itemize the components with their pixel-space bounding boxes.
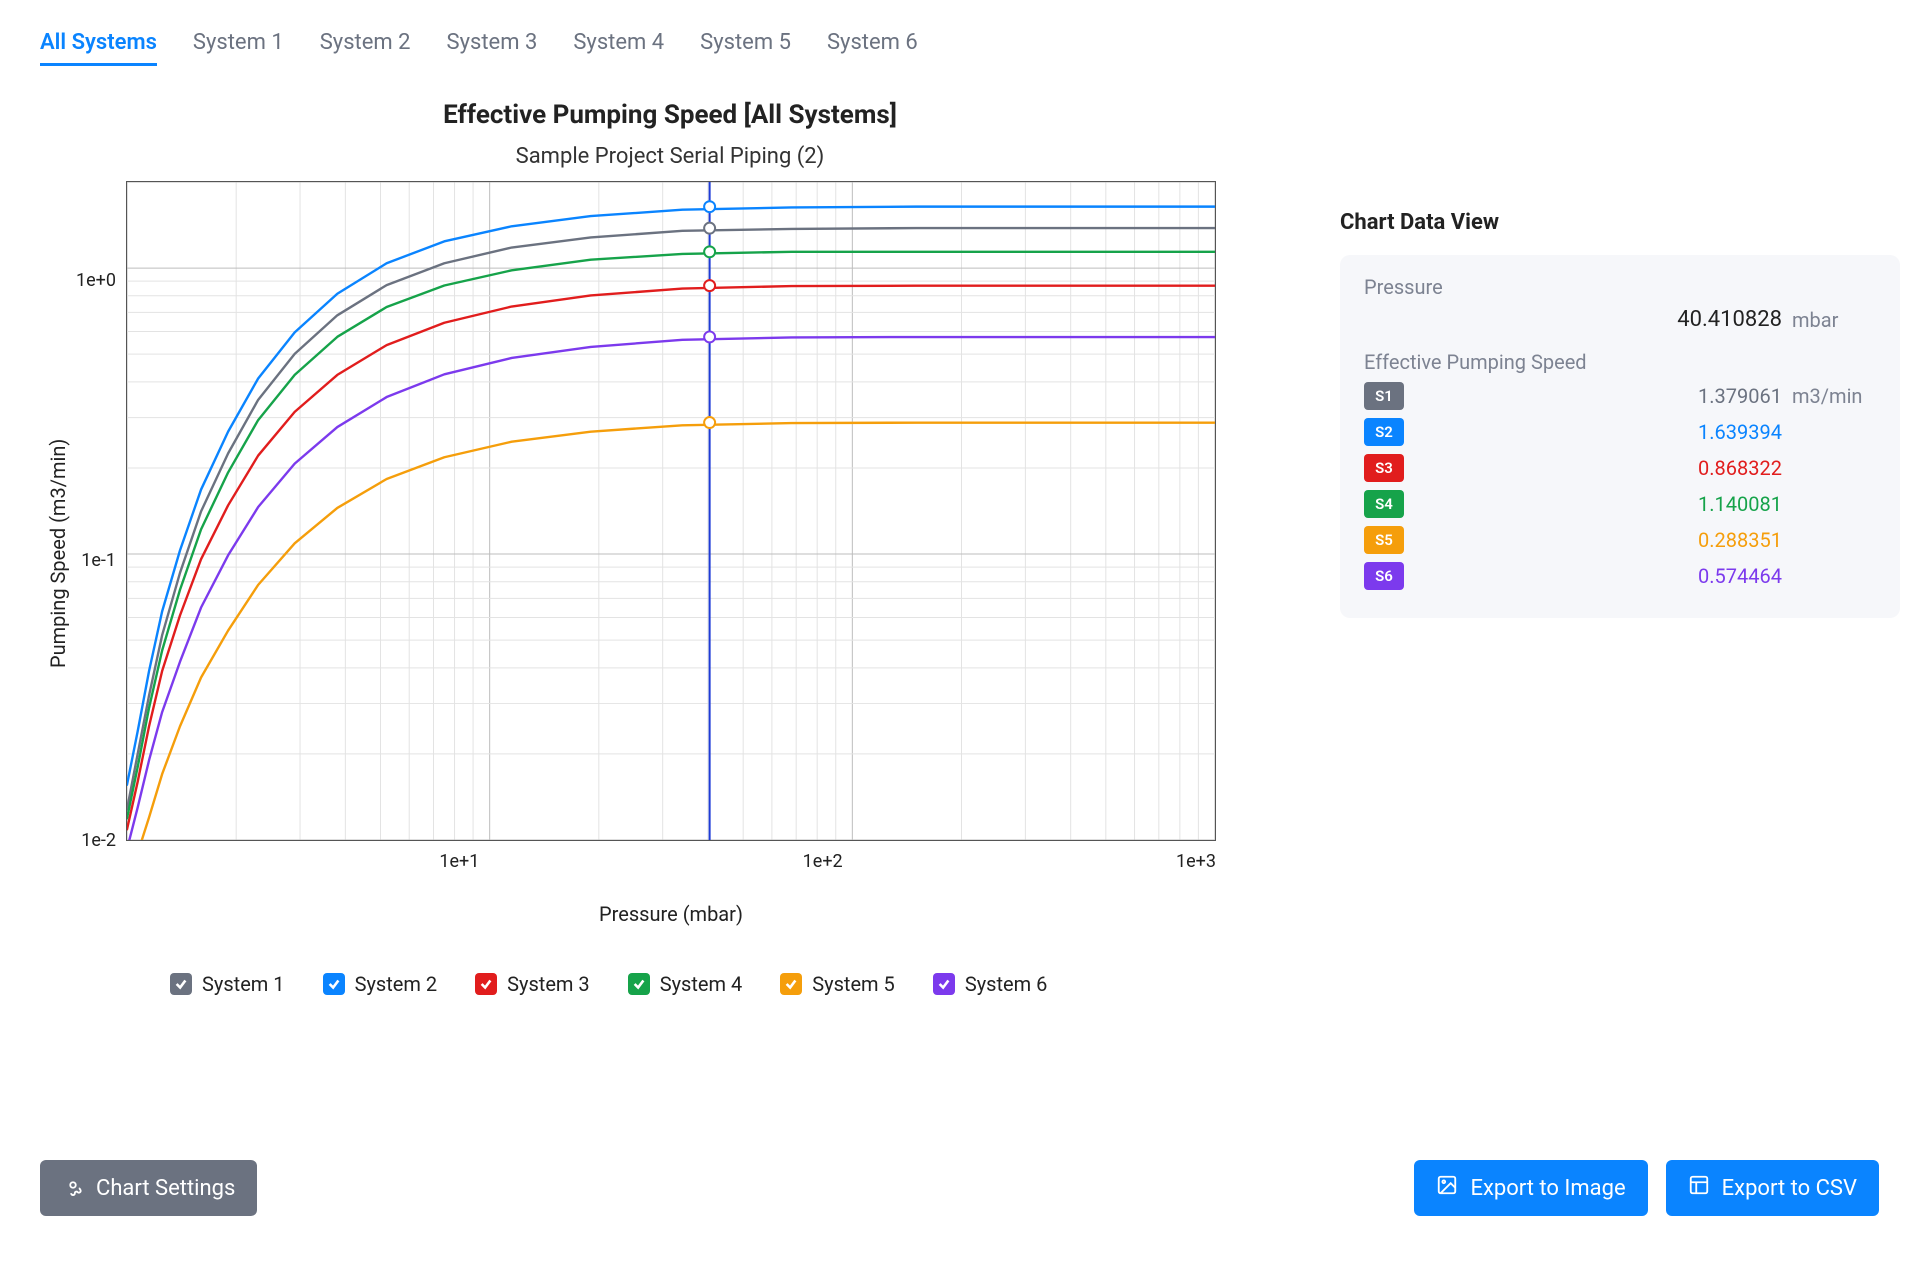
legend-label: System 2: [355, 972, 438, 996]
legend-item-system-3[interactable]: System 3: [475, 972, 590, 996]
data-row: S1 1.379061 m3/min: [1364, 382, 1876, 410]
data-row: S5 0.288351: [1364, 526, 1876, 554]
pressure-value: 40.410828: [1677, 307, 1792, 332]
checkbox-icon: [628, 973, 650, 995]
image-icon: [1436, 1174, 1458, 1202]
legend-item-system-6[interactable]: System 6: [933, 972, 1048, 996]
series-badge-s2: S2: [1364, 418, 1404, 446]
x-tick: 1e+2: [793, 851, 853, 872]
eps-label: Effective Pumping Speed: [1364, 350, 1876, 374]
button-label: Chart Settings: [96, 1176, 235, 1201]
legend-label: System 6: [965, 972, 1048, 996]
series-value: 1.140081: [1698, 492, 1792, 516]
tab-system-6[interactable]: System 6: [827, 30, 918, 66]
x-axis-label: Pressure (mbar): [126, 902, 1216, 926]
pressure-label: Pressure: [1364, 275, 1876, 299]
series-badge-s3: S3: [1364, 454, 1404, 482]
tabs: All Systems System 1 System 2 System 3 S…: [40, 30, 1879, 66]
tab-system-4[interactable]: System 4: [573, 30, 664, 66]
series-badge-s1: S1: [1364, 382, 1404, 410]
legend-label: System 5: [812, 972, 895, 996]
legend-item-system-5[interactable]: System 5: [780, 972, 895, 996]
button-label: Export to Image: [1470, 1176, 1625, 1201]
chart-title: Effective Pumping Speed [All Systems]: [40, 100, 1300, 130]
x-tick: 1e+1: [429, 851, 489, 872]
tab-all-systems[interactable]: All Systems: [40, 30, 157, 66]
checkbox-icon: [323, 973, 345, 995]
chart-plot-area[interactable]: [126, 181, 1216, 841]
gear-icon: [62, 1174, 84, 1202]
y-tick: 1e-2: [81, 830, 116, 851]
button-label: Export to CSV: [1722, 1176, 1857, 1201]
data-row: S2 1.639394: [1364, 418, 1876, 446]
data-view-title: Chart Data View: [1340, 210, 1900, 235]
tab-system-3[interactable]: System 3: [447, 30, 538, 66]
series-badge-s5: S5: [1364, 526, 1404, 554]
tab-system-1[interactable]: System 1: [193, 30, 284, 66]
checkbox-icon: [780, 973, 802, 995]
tab-system-2[interactable]: System 2: [320, 30, 411, 66]
series-value: 1.379061: [1698, 384, 1792, 408]
tab-system-5[interactable]: System 5: [700, 30, 791, 66]
legend-item-system-2[interactable]: System 2: [323, 972, 438, 996]
data-row: S4 1.140081: [1364, 490, 1876, 518]
export-image-button[interactable]: Export to Image: [1414, 1160, 1647, 1216]
table-icon: [1688, 1174, 1710, 1202]
x-tick: 1e+3: [1156, 851, 1216, 872]
pressure-unit: mbar: [1792, 308, 1876, 332]
series-value: 1.639394: [1698, 420, 1792, 444]
series-value: 0.288351: [1698, 528, 1792, 552]
legend-label: System 1: [202, 972, 285, 996]
legend-label: System 4: [660, 972, 743, 996]
checkbox-icon: [170, 973, 192, 995]
y-tick: 1e-1: [81, 550, 116, 571]
series-badge-s4: S4: [1364, 490, 1404, 518]
legend-label: System 3: [507, 972, 590, 996]
data-row: S6 0.574464: [1364, 562, 1876, 590]
legend: System 1 System 2 System 3: [170, 972, 1300, 996]
series-value: 0.868322: [1698, 456, 1792, 480]
checkbox-icon: [933, 973, 955, 995]
checkbox-icon: [475, 973, 497, 995]
data-row: S3 0.868322: [1364, 454, 1876, 482]
chart-subtitle: Sample Project Serial Piping (2): [40, 144, 1300, 169]
y-axis-label: Pumping Speed (m3/min): [40, 181, 76, 926]
export-csv-button[interactable]: Export to CSV: [1666, 1160, 1879, 1216]
y-tick: 1e+0: [76, 270, 116, 291]
series-value: 0.574464: [1698, 564, 1792, 588]
legend-item-system-4[interactable]: System 4: [628, 972, 743, 996]
series-unit: m3/min: [1792, 384, 1876, 408]
chart-settings-button[interactable]: Chart Settings: [40, 1160, 257, 1216]
legend-item-system-1[interactable]: System 1: [170, 972, 285, 996]
data-panel: Pressure 40.410828 mbar Effective Pumpin…: [1340, 255, 1900, 618]
series-badge-s6: S6: [1364, 562, 1404, 590]
